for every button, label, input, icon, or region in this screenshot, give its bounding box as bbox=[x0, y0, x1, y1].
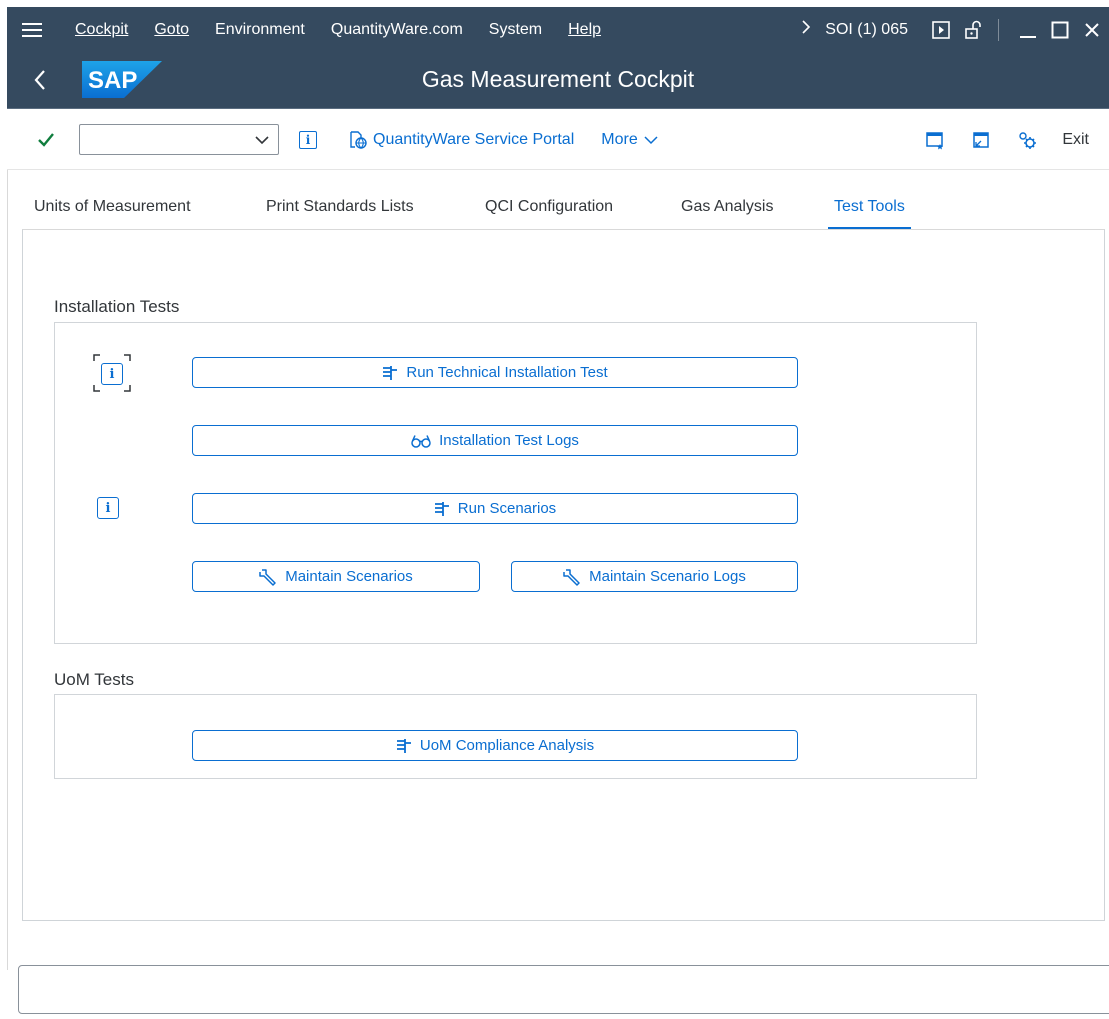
info-icon[interactable]: i bbox=[97, 497, 119, 519]
window-left-border bbox=[7, 170, 8, 970]
menu-bar: Cockpit Goto Environment QuantityWare.co… bbox=[7, 7, 1109, 52]
more-button[interactable]: More bbox=[601, 130, 658, 149]
minimize-icon[interactable] bbox=[1017, 19, 1039, 41]
play-icon[interactable] bbox=[930, 19, 952, 41]
execute-icon bbox=[382, 365, 398, 381]
maintain-scenarios-button[interactable]: Maintain Scenarios bbox=[192, 561, 480, 592]
maintain-scenario-logs-button[interactable]: Maintain Scenario Logs bbox=[511, 561, 798, 592]
menu-item-quantityware[interactable]: QuantityWare.com bbox=[331, 21, 463, 39]
exit-button[interactable]: Exit bbox=[1062, 131, 1089, 149]
service-portal-button[interactable]: QuantityWare Service Portal bbox=[348, 130, 574, 150]
service-portal-label: QuantityWare Service Portal bbox=[373, 130, 575, 148]
execute-icon bbox=[434, 501, 450, 517]
execute-icon bbox=[396, 738, 412, 754]
run-technical-installation-test-button[interactable]: Run Technical Installation Test bbox=[192, 357, 798, 388]
wrench-icon bbox=[563, 568, 581, 586]
tab-qci-configuration[interactable]: QCI Configuration bbox=[485, 198, 613, 230]
settings-icon[interactable] bbox=[1016, 129, 1038, 151]
check-icon[interactable] bbox=[37, 132, 67, 148]
wrench-icon bbox=[259, 568, 277, 586]
maintain-scenario-logs-label: Maintain Scenario Logs bbox=[589, 568, 746, 585]
installation-test-logs-button[interactable]: Installation Test Logs bbox=[192, 425, 798, 456]
tab-strip: Units of Measurement Print Standards Lis… bbox=[22, 198, 1107, 230]
chevron-down-icon bbox=[644, 135, 658, 144]
menu-item-help[interactable]: Help bbox=[568, 21, 601, 39]
title-bar: SAP Gas Measurement Cockpit bbox=[7, 52, 1109, 109]
more-label: More bbox=[601, 130, 638, 148]
chevron-down-icon[interactable] bbox=[254, 133, 270, 151]
info-icon[interactable]: i bbox=[299, 130, 317, 149]
chevron-right-icon[interactable] bbox=[801, 19, 811, 40]
menu-item-system[interactable]: System bbox=[489, 21, 542, 39]
run-scenarios-label: Run Scenarios bbox=[457, 500, 557, 517]
menu-icon[interactable] bbox=[7, 7, 57, 52]
tab-test-tools[interactable]: Test Tools bbox=[828, 198, 911, 230]
unlock-icon[interactable] bbox=[962, 19, 984, 41]
uom-compliance-analysis-button[interactable]: UoM Compliance Analysis bbox=[192, 730, 798, 761]
status-bar[interactable] bbox=[18, 965, 1109, 1014]
menu-item-cockpit[interactable]: Cockpit bbox=[75, 21, 128, 39]
maintain-scenarios-label: Maintain Scenarios bbox=[285, 568, 413, 585]
new-window-icon[interactable] bbox=[970, 129, 992, 151]
menu-item-environment[interactable]: Environment bbox=[215, 21, 305, 39]
separator bbox=[998, 18, 999, 41]
installation-test-logs-label: Installation Test Logs bbox=[439, 432, 579, 449]
tab-units-of-measurement[interactable]: Units of Measurement bbox=[34, 198, 191, 230]
uom-compliance-analysis-label: UoM Compliance Analysis bbox=[419, 737, 595, 754]
installation-tests-label: Installation Tests bbox=[54, 297, 180, 316]
tab-print-standards-lists[interactable]: Print Standards Lists bbox=[266, 198, 414, 230]
run-scenarios-button[interactable]: Run Scenarios bbox=[192, 493, 798, 524]
system-id: SOI (1) 065 bbox=[825, 20, 908, 38]
uom-tests-label: UoM Tests bbox=[54, 670, 134, 689]
info-icon[interactable]: i bbox=[101, 363, 123, 385]
toolbar: i QuantityWare Service Portal More Exit bbox=[7, 110, 1109, 170]
tab-gas-analysis[interactable]: Gas Analysis bbox=[681, 198, 773, 230]
glasses-icon bbox=[411, 434, 431, 448]
maximize-icon[interactable] bbox=[1049, 19, 1071, 41]
create-session-icon[interactable] bbox=[924, 129, 946, 151]
globe-document-icon bbox=[348, 130, 368, 150]
close-icon[interactable] bbox=[1081, 19, 1103, 41]
run-technical-installation-test-label: Run Technical Installation Test bbox=[406, 364, 608, 381]
command-field[interactable] bbox=[79, 124, 279, 155]
menu-item-goto[interactable]: Goto bbox=[154, 21, 189, 39]
page-title: Gas Measurement Cockpit bbox=[421, 66, 695, 92]
